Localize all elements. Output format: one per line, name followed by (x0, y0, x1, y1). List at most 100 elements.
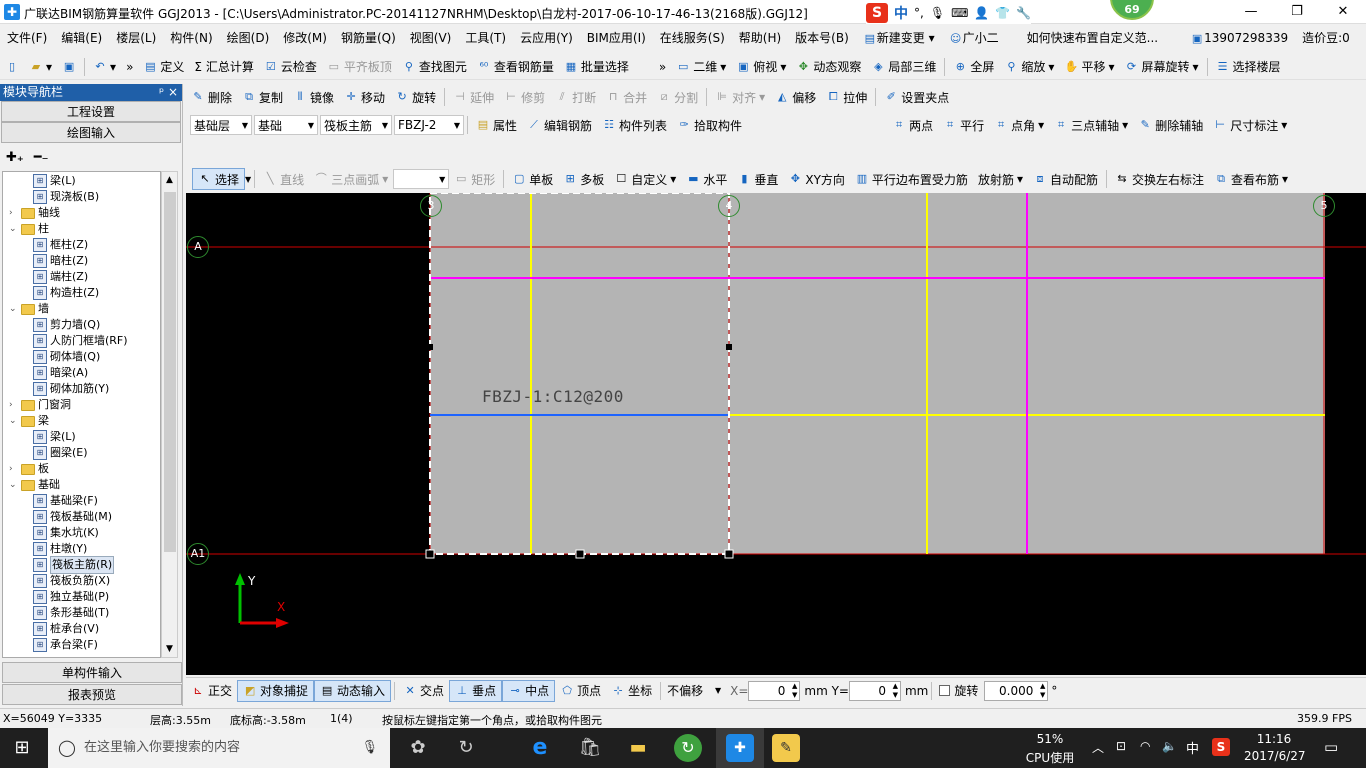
two-point-axis-button[interactable]: ⌗ 两点 (887, 114, 938, 136)
user-icon[interactable]: 👤 (974, 6, 989, 20)
expand-icon[interactable]: › (9, 397, 18, 413)
scroll-down-icon[interactable]: ▼ (162, 641, 177, 657)
cloud-check-button[interactable]: ☑ 云检查 (259, 56, 322, 78)
tree-item[interactable]: ⊞ 集水坑(K) (33, 525, 99, 541)
undo-button[interactable]: ↶ ▾ (88, 56, 121, 78)
qihoo-browser-icon[interactable]: ↻ (674, 734, 702, 762)
stretch-button[interactable]: ⧠ 拉伸 (821, 86, 872, 108)
offset-button[interactable]: ◭ 偏移 (770, 86, 821, 108)
cost-beans[interactable]: 造价豆:0 (1295, 26, 1357, 50)
grip-handle[interactable] (726, 344, 732, 350)
offset-select[interactable]: 不偏移 ▼ (664, 681, 724, 701)
collapse-all-icon[interactable]: ━₋ (34, 150, 49, 165)
element-select[interactable]: FBZJ-2 ▼ (394, 115, 464, 135)
move-button[interactable]: ✛ 移动 (339, 86, 390, 108)
three-point-axis-button[interactable]: ⌗ 三点辅轴 ▾ (1049, 114, 1133, 136)
single-slab-button[interactable]: ▢ 单板 (507, 168, 558, 190)
tree-item[interactable]: ⊞ 基础梁(F) (33, 493, 98, 509)
mirror-button[interactable]: ⫴ 镜像 (288, 86, 339, 108)
collapse-icon[interactable]: ⌄ (9, 477, 18, 493)
skin-icon[interactable]: 👕 (995, 6, 1010, 20)
menu-modify[interactable]: 修改(M) (276, 26, 334, 50)
view-rebar-qty-button[interactable]: ⁶⁰ 查看钢筋量 (472, 56, 559, 78)
tree-item[interactable]: ⊞ 筏板基础(M) (33, 509, 112, 525)
glodon-app-active[interactable]: ✚ (716, 728, 764, 768)
break-button[interactable]: ⫽ 打断 (550, 86, 601, 108)
vertex-snap[interactable]: ⬠ 顶点 (555, 680, 606, 702)
menu-online-service[interactable]: 在线服务(S) (653, 26, 732, 50)
expand-icon[interactable]: › (9, 461, 18, 477)
line-button[interactable]: ╲ 直线 (258, 168, 309, 190)
find-element-button[interactable]: ⚲ 查找图元 (397, 56, 472, 78)
tree-folder[interactable]: › 板 (9, 461, 49, 477)
grip-handle[interactable] (724, 549, 734, 559)
scroll-up-icon[interactable]: ▲ (162, 172, 177, 188)
microphone-icon[interactable]: 🎙 (930, 6, 945, 20)
wifi-icon[interactable]: ◠ (1140, 739, 1150, 753)
horizontal-button[interactable]: ▬ 水平 (681, 168, 732, 190)
spinner-icon[interactable]: ▲ ▼ (1040, 682, 1045, 700)
auto-rebar-button[interactable]: ⧈ 自动配筋 (1028, 168, 1103, 190)
drawing-input-button[interactable]: 绘图输入 (1, 122, 181, 143)
menu-view[interactable]: 视图(V) (403, 26, 459, 50)
tree-item[interactable]: ⊞ 柱墩(Y) (33, 541, 87, 557)
tree-folder[interactable]: › 门窗洞 (9, 397, 71, 413)
tree-item[interactable]: ⊞ 暗梁(A) (33, 365, 88, 381)
collapse-icon[interactable]: ⌄ (9, 413, 18, 429)
draw-mode-select[interactable]: ▼ (393, 169, 450, 189)
axis-label-4[interactable]: 4 (718, 195, 740, 217)
top-view-dropdown[interactable]: ▣ 俯视 ▾ (731, 56, 791, 78)
fullscreen-button[interactable]: ⊕ 全屏 (948, 56, 999, 78)
tree-item[interactable]: ⊞ 构造柱(Z) (33, 285, 99, 301)
dynamic-input-toggle[interactable]: ▤ 动态输入 (314, 679, 392, 702)
sogou-icon[interactable]: S (866, 3, 888, 23)
microphone-icon[interactable]: 🎙 (361, 728, 378, 768)
menu-version[interactable]: 版本号(B) (788, 26, 856, 50)
pick-component-button[interactable]: ✑ 拾取构件 (672, 114, 747, 136)
tray-ime-indicator[interactable]: 中 (1186, 738, 1199, 757)
zoom-dropdown[interactable]: ⚲ 缩放 ▾ (999, 56, 1059, 78)
sogou-tray-icon[interactable]: S (1212, 738, 1230, 756)
merge-button[interactable]: ⊓ 合并 (601, 86, 652, 108)
report-preview-button[interactable]: 报表预览 (2, 684, 182, 705)
delete-button[interactable]: ✎ 删除 (186, 86, 237, 108)
parallel-axis-button[interactable]: ⌗ 平行 (938, 114, 989, 136)
keyboard-icon[interactable]: ⌨ (951, 6, 968, 20)
swap-labels-button[interactable]: ⇆ 交换左右标注 (1110, 168, 1209, 190)
volume-icon[interactable]: 🔈 (1162, 739, 1177, 753)
radial-rebar-dropdown[interactable]: 放射筋 ▾ (973, 168, 1028, 190)
single-component-input-button[interactable]: 单构件输入 (2, 662, 182, 683)
rectangle-button[interactable]: ▭ 矩形 (449, 168, 500, 190)
overflow-icon[interactable]: » (121, 56, 138, 78)
align-dropdown[interactable]: ⊫ 对齐 ▾ (710, 86, 770, 108)
menu-draw[interactable]: 绘图(D) (220, 26, 277, 50)
taskbar-search[interactable]: ◯ 在这里输入你要搜索的内容 🎙 (48, 728, 390, 768)
help-tip-link[interactable]: 如何快速布置自定义范... (1020, 26, 1165, 50)
type-select[interactable]: 筏板主筋 ▼ (320, 115, 392, 135)
tree-item[interactable]: ⊞ 梁(L) (33, 173, 76, 189)
cad-drawing[interactable] (186, 193, 1366, 675)
coordinate-snap[interactable]: ⊹ 坐标 (606, 680, 657, 702)
tree-item[interactable]: ⊞ 条形基础(T) (33, 605, 109, 621)
set-grip-button[interactable]: ✐ 设置夹点 (879, 86, 954, 108)
object-snap-toggle[interactable]: ◩ 对象捕捉 (237, 679, 315, 702)
new-file-button[interactable]: ▯ (0, 56, 24, 78)
rotate-button[interactable]: ↻ 旋转 (390, 86, 441, 108)
axis-label-a[interactable]: A (187, 236, 209, 258)
menu-assistant[interactable]: ☺广小二 (942, 26, 1006, 50)
expand-icon[interactable]: › (9, 205, 18, 221)
network-icon[interactable]: ⊡ (1116, 739, 1126, 753)
x-input[interactable]: 0 ▲ ▼ (748, 680, 801, 701)
component-list-button[interactable]: ☷ 构件列表 (597, 114, 672, 136)
notes-app-icon[interactable]: ✎ (772, 734, 800, 762)
open-button[interactable]: ▰ ▾ (24, 56, 57, 78)
tree-item[interactable]: ⊞ 剪力墙(Q) (33, 317, 100, 333)
define-button[interactable]: ▤ 定义 (138, 56, 189, 78)
grip-handle[interactable] (427, 344, 433, 350)
menu-edit[interactable]: 编辑(E) (54, 26, 109, 50)
midpoint-snap[interactable]: ⊸ 中点 (502, 679, 556, 702)
score-badge[interactable]: 69 (1110, 0, 1154, 20)
axis-label-3[interactable]: 3 (420, 195, 442, 217)
expand-all-icon[interactable]: ✚₊ (6, 150, 24, 165)
parallel-edge-rebar-button[interactable]: ▥ 平行边布置受力筋 (850, 168, 973, 190)
